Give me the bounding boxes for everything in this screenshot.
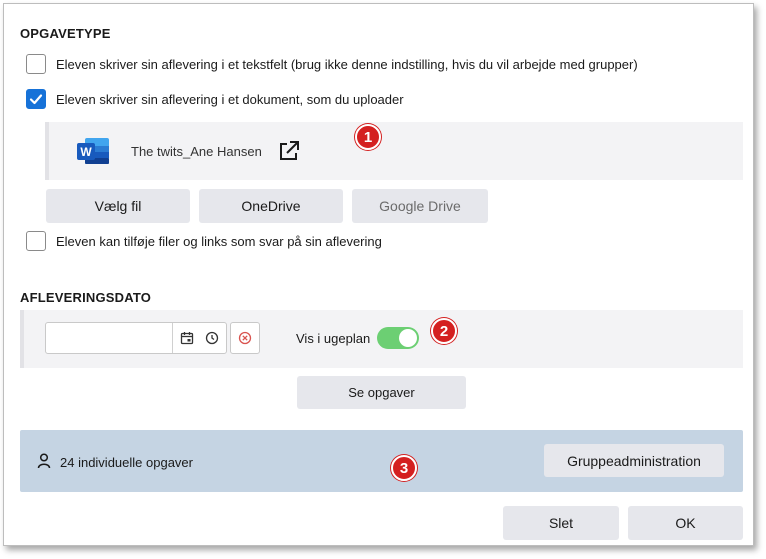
- calendar-icon[interactable]: [180, 331, 194, 345]
- option-textfield-label: Eleven skriver sin aflevering i et tekst…: [56, 56, 638, 72]
- show-in-weekplan-label: Vis i ugeplan: [296, 331, 371, 346]
- clock-icon[interactable]: [205, 331, 219, 345]
- individual-tasks-count: 24 individuelle opgaver: [60, 455, 193, 470]
- onedrive-button[interactable]: OneDrive: [199, 189, 343, 223]
- option-textfield-row[interactable]: Eleven skriver sin aflevering i et tekst…: [26, 54, 638, 74]
- group-admin-button[interactable]: Gruppeadministration: [544, 444, 724, 477]
- uploaded-file-panel: W The twits_Ane Hansen: [45, 122, 743, 180]
- word-icon: W: [75, 136, 111, 166]
- show-in-weekplan-toggle[interactable]: [377, 327, 419, 349]
- groups-panel: 24 individuelle opgaver Gruppeadministra…: [20, 430, 743, 492]
- due-date-panel: Vis i ugeplan: [20, 310, 743, 368]
- google-drive-button[interactable]: Google Drive: [352, 189, 488, 223]
- open-external-icon[interactable]: [278, 140, 300, 162]
- toggle-knob: [399, 329, 417, 347]
- marker-3: 3: [391, 455, 417, 481]
- divider: [172, 323, 173, 353]
- clear-date-button[interactable]: [230, 322, 260, 354]
- file-name: The twits_Ane Hansen: [131, 144, 262, 159]
- choose-file-button[interactable]: Vælg fil: [46, 189, 190, 223]
- option-attach-checkbox[interactable]: [26, 231, 46, 251]
- checkmark-icon: [29, 94, 43, 105]
- date-input[interactable]: [45, 322, 227, 354]
- see-tasks-button[interactable]: Se opgaver: [297, 376, 466, 409]
- option-document-label: Eleven skriver sin aflevering i et dokum…: [56, 91, 404, 107]
- delete-button[interactable]: Slet: [503, 506, 619, 540]
- person-icon: [37, 453, 51, 469]
- due-date-title: AFLEVERINGSDATO: [20, 290, 152, 305]
- option-attach-row[interactable]: Eleven kan tilføje filer og links som sv…: [26, 231, 382, 251]
- marker-1: 1: [355, 124, 381, 150]
- svg-text:W: W: [80, 145, 92, 159]
- marker-2: 2: [431, 318, 457, 344]
- option-attach-label: Eleven kan tilføje filer og links som sv…: [56, 233, 382, 249]
- option-document-row[interactable]: Eleven skriver sin aflevering i et dokum…: [26, 89, 404, 109]
- option-document-checkbox[interactable]: [26, 89, 46, 109]
- option-textfield-checkbox[interactable]: [26, 54, 46, 74]
- task-type-title: OPGAVETYPE: [20, 26, 111, 41]
- ok-button[interactable]: OK: [628, 506, 743, 540]
- clear-icon: [238, 331, 252, 345]
- dialog: OPGAVETYPE Eleven skriver sin aflevering…: [3, 3, 754, 546]
